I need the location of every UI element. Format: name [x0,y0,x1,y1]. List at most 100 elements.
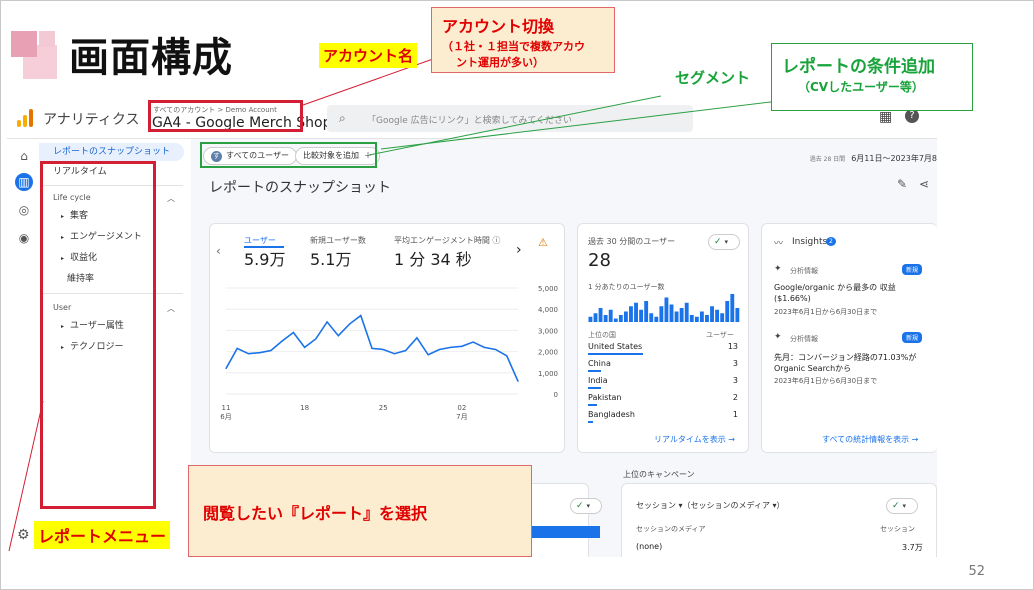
chevron-up-icon[interactable]: ︿ [167,303,175,314]
explore-icon[interactable]: ◎ [15,201,33,219]
home-icon[interactable]: ⌂ [15,147,33,165]
insights-count: 2 [826,237,836,246]
country-users: 3 [732,376,738,385]
insights-title: Insights [792,237,828,247]
apps-grid-icon[interactable]: ▦ [879,109,892,125]
data-point [259,352,261,354]
select-report-text: 閲覧したい『レポート』を選択 [203,504,428,523]
realtime-bar [593,313,598,322]
account-switch-note-2: ント運用が多い） [456,56,544,69]
data-point [450,346,452,348]
data-point [292,331,294,334]
share-bar [588,387,602,389]
metrics-card: ユーザー 5.9万 新規ユーザー数 5.1万 平均エンゲージメント時間 ⓘ 1 … [209,223,565,453]
help-icon[interactable]: ? [905,109,919,123]
insight1-tag: 分析情報 [790,267,818,275]
insight2-tag: 分析情報 [790,335,818,343]
realtime-bar-chart [588,294,740,322]
realtime-link[interactable]: リアルタイムを表示 → [654,434,735,445]
data-point [270,349,272,352]
metric-new-users-label[interactable]: 新規ユーザー数 [310,235,366,246]
col-country: 上位の国 [588,331,616,339]
realtime-bar [735,308,740,322]
metric-users-label[interactable]: ユーザー [244,235,276,246]
analytics-logo-icon [17,109,35,127]
campaign-row-medium: (none) [636,542,663,551]
y-tick-label: 4,000 [538,306,558,314]
select-report-callout: 閲覧したい『レポート』を選択 [188,465,532,557]
x-tick-day: 02 [457,404,466,412]
gear-icon[interactable]: ⚙ [17,527,30,543]
x-tick-day: 18 [300,404,309,412]
chevron-up-icon[interactable]: ︿ [167,193,175,204]
chevron-left-icon[interactable]: ‹ [216,244,221,258]
customize-icon[interactable]: ✎ [897,177,907,191]
realtime-bar [644,301,649,322]
data-point [461,345,463,347]
date-prefix: 過去 28 日間 [809,156,846,163]
metric-engagement-value: 1 分 34 秒 [394,250,472,269]
report-condition-note: （CVしたユーザー等） [798,80,924,94]
x-tick-day: 11 [222,404,231,412]
campaign-dropdown[interactable]: セッション ▾（セッションのメディア ▾） [636,500,785,511]
insight2-text-1[interactable]: 先月：コンバージョン経路の71.03%が [774,352,916,363]
chevron-down-icon: ▾ [586,502,591,510]
insights-link[interactable]: すべての統計情報を表示 → [822,434,918,445]
country-name: Pakistan [588,393,622,402]
realtime-bar [603,315,608,322]
metric-engagement-label[interactable]: 平均エンゲージメント時間 ⓘ [394,235,500,246]
search-placeholder: 「Google 広告にリンク」と検索してみてください [367,116,573,126]
data-point [236,347,238,350]
realtime-bar [634,302,638,322]
data-point [382,348,384,351]
search-input[interactable]: ⌕ 「Google 広告にリンク」と検索してみてください [327,105,693,132]
realtime-bar [705,315,709,322]
country-name: Bangladesh [588,410,635,419]
campaign-section-label: 上位のキャンペーン [623,470,695,479]
reports-icon[interactable]: ▥ [15,173,33,191]
country-users: 3 [732,359,738,368]
table-row[interactable]: China 3 [588,359,738,372]
table-row[interactable]: United States 13 [588,342,738,355]
account-switch-callout: アカウント切換 （１社・１担当で複数アカウ ント運用が多い） [431,7,615,73]
data-point [416,337,418,339]
data-point [483,346,485,348]
chevron-right-icon[interactable]: › [516,242,522,258]
data-point [472,341,474,343]
deco-square [11,31,37,57]
traffic-options[interactable]: ✓ ▾ [570,498,602,514]
chevron-down-icon: ▾ [902,502,907,510]
realtime-options[interactable]: ✓ ▾ [708,234,740,250]
x-tick-month: 6月 [220,413,231,421]
table-row[interactable]: India 3 [588,376,738,389]
advertising-icon[interactable]: ◉ [15,229,33,247]
country-name: United States [588,342,643,351]
segment-label: セグメント [675,69,751,87]
realtime-bar [629,306,633,322]
date-range[interactable]: 過去 28 日間 6月11日～2023年7月8 [810,153,937,164]
realtime-bar [715,309,720,322]
data-point [427,354,429,356]
data-point [337,335,339,337]
realtime-bar [618,315,623,322]
data-point [225,367,227,370]
realtime-bar [684,302,689,322]
realtime-label: 過去 30 分間のユーザー [588,237,676,246]
account-highlight-box [148,100,303,132]
table-row[interactable]: Bangladesh 1 [588,410,738,423]
nav-item-snapshot[interactable]: レポートのスナップショット [39,143,184,161]
data-point [326,321,328,323]
realtime-bar [689,315,694,322]
data-point [348,323,351,325]
report-condition-title: レポートの条件追加 [782,57,935,77]
account-name-label: アカウント名 [319,43,418,68]
insight1-text-1[interactable]: Google/organic から最多の 収益 [774,282,896,293]
page-title: レポートのスナップショット [209,180,391,196]
share-icon[interactable]: ⋖ [919,177,929,191]
campaign-options[interactable]: ✓ ▾ [886,498,918,514]
warning-icon[interactable]: ⚠ [538,236,548,249]
report-menu-label: レポートメニュー [34,521,171,549]
realtime-card: 過去 30 分間のユーザー ✓ ▾ 28 1 分あたりのユーザー数 上位の国 ユー… [577,223,749,453]
table-row[interactable]: Pakistan 2 [588,393,738,406]
country-users: 1 [732,410,738,419]
